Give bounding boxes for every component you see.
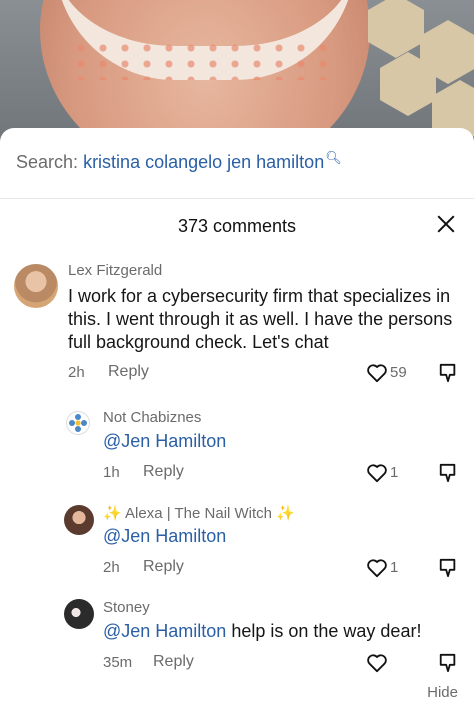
heart-icon[interactable] [366, 463, 388, 483]
like-count: 59 [390, 364, 407, 381]
comment-text: I work for a cybersecurity firm that spe… [68, 286, 453, 352]
heart-icon[interactable] [366, 363, 388, 383]
comment-time: 2h [103, 559, 120, 576]
reply-button[interactable]: Reply [108, 363, 149, 381]
comment-username[interactable]: ✨ Alexa | The Nail Witch ✨ [103, 504, 295, 522]
comment-text: @Jen Hamilton [103, 430, 226, 453]
avatar[interactable] [64, 599, 94, 629]
comment-text: @Jen Hamilton help is on the way dear! [103, 620, 421, 643]
like-count: 1 [390, 464, 399, 481]
avatar[interactable] [14, 264, 58, 308]
avatar[interactable] [66, 411, 90, 435]
mention-link[interactable]: @Jen Hamilton [103, 621, 226, 641]
dislike-icon[interactable] [438, 557, 458, 579]
video-hex-decor [368, 0, 424, 58]
reply-button[interactable]: Reply [153, 653, 194, 671]
dislike-icon[interactable] [438, 462, 458, 484]
comment-body: help is on the way dear! [226, 621, 422, 641]
flower-icon [69, 414, 87, 432]
reply-button[interactable]: Reply [143, 463, 184, 481]
mention-link[interactable]: @Jen Hamilton [103, 526, 226, 546]
comment-time: 2h [68, 364, 85, 381]
hide-button[interactable]: Hide [427, 684, 458, 701]
dislike-icon[interactable] [438, 652, 458, 674]
heart-icon[interactable] [366, 653, 388, 673]
comment-time: 35m [103, 654, 133, 671]
heart-icon[interactable] [366, 558, 388, 578]
close-icon[interactable] [434, 212, 458, 236]
comments-count-title: 373 comments [177, 216, 297, 236]
comment-text: @Jen Hamilton [103, 525, 226, 548]
search-query[interactable]: kristina colangelo jen hamilton [83, 152, 324, 172]
search-suggestion[interactable]: Search: kristina colangelo jen hamilton🔍… [16, 150, 342, 173]
comment-username[interactable]: Not Chabiznes [103, 409, 201, 426]
video-headband-pattern [70, 40, 340, 80]
comment-time: 1h [103, 464, 120, 481]
comment-username[interactable]: Stoney [103, 599, 150, 616]
search-prefix: Search: [16, 152, 79, 172]
like-count: 1 [390, 559, 399, 576]
search-icon[interactable]: 🔍︎ [325, 150, 342, 165]
avatar[interactable] [64, 505, 94, 535]
comments-sheet: Search: kristina colangelo jen hamilton🔍… [0, 128, 474, 711]
divider [0, 198, 474, 199]
comment-username[interactable]: Lex Fitzgerald [68, 262, 162, 279]
dislike-icon[interactable] [438, 362, 458, 384]
mention-link[interactable]: @Jen Hamilton [103, 431, 226, 451]
reply-button[interactable]: Reply [143, 558, 184, 576]
